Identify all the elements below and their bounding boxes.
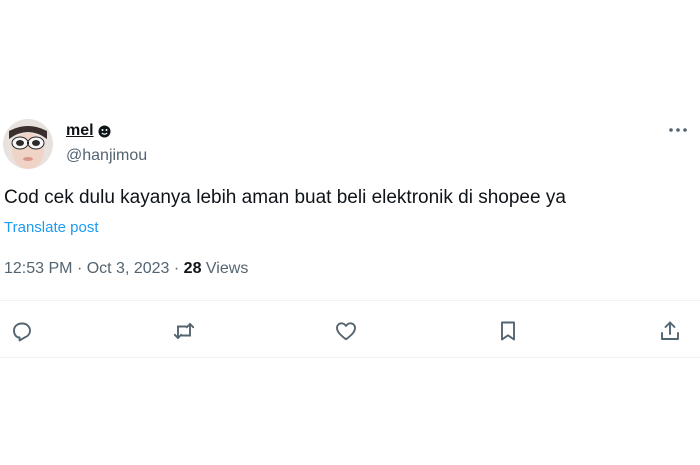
- avatar-image: [3, 119, 53, 169]
- tweet: mel @hanjimou Cod cek dulu kayanya lebih…: [0, 0, 700, 465]
- heart-icon: [336, 322, 356, 341]
- display-name-text: mel: [66, 122, 94, 139]
- meta-separator: ·: [76, 260, 83, 277]
- bookmark-icon: [501, 321, 515, 341]
- share-icon: [661, 321, 679, 340]
- post-date[interactable]: Oct 3, 2023: [87, 260, 170, 277]
- views-label: Views: [205, 260, 249, 277]
- avatar[interactable]: [3, 119, 53, 169]
- reply-icon: [13, 322, 31, 342]
- bookmark-button[interactable]: [493, 316, 523, 346]
- share-button[interactable]: [655, 316, 685, 346]
- post-meta: 12:53 PM · Oct 3, 2023 · 28 Views: [4, 260, 248, 278]
- divider-top: [0, 300, 700, 301]
- user-handle[interactable]: @hanjimou: [66, 147, 147, 165]
- more-options-button[interactable]: [664, 120, 692, 140]
- more-icon: [669, 128, 687, 132]
- like-button[interactable]: [331, 316, 361, 346]
- display-name[interactable]: mel: [66, 122, 111, 140]
- reply-button[interactable]: [7, 316, 37, 346]
- views-count: 28: [183, 260, 202, 277]
- translate-post-link[interactable]: Translate post: [4, 219, 99, 236]
- repost-button[interactable]: [169, 316, 199, 346]
- divider-bottom: [0, 357, 700, 358]
- repost-icon: [173, 323, 195, 339]
- meta-separator: ·: [173, 260, 180, 277]
- post-text: Cod cek dulu kayanya lebih aman buat bel…: [4, 187, 566, 208]
- smiley-face-icon: [98, 125, 111, 138]
- post-time[interactable]: 12:53 PM: [4, 260, 72, 277]
